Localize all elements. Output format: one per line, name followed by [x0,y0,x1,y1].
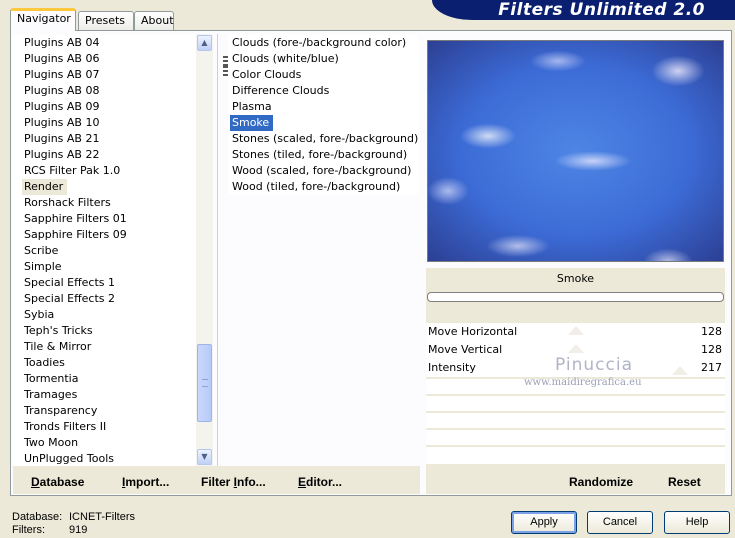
watermark-url: www.maidiregrafica.eu [524,377,642,388]
reset-button[interactable]: Reset [668,475,701,489]
list-item[interactable]: Toadies [22,355,196,371]
tab-label: About [141,14,174,27]
database-value: ICNET-Filters [69,511,135,523]
list-item[interactable]: Special Effects 1 [22,275,196,291]
app-banner: Filters Unlimited 2.0 [432,0,735,20]
tab-about[interactable]: About [134,11,174,31]
list-item[interactable]: Sybia [22,307,196,323]
list-item[interactable]: Clouds (white/blue) [230,51,418,67]
chevron-up-icon[interactable]: ▲ [197,35,212,51]
watermark-title: Pinuccia [555,355,633,375]
list-item[interactable]: Simple [22,259,196,275]
list-item[interactable]: Plugins AB 08 [22,83,196,99]
param-value: 128 [701,343,722,356]
category-list[interactable]: Plugins AB 04 Plugins AB 06 Plugins AB 07 P… [13,34,196,466]
list-item[interactable]: Plugins AB 22 [22,147,196,163]
list-divider [217,34,218,466]
list-item[interactable]: Rorshack Filters [22,195,196,211]
list-item[interactable]: Scribe [22,243,196,259]
list-item[interactable]: Plugins AB 21 [22,131,196,147]
list-item[interactable]: Tormentia [22,371,196,387]
import-button[interactable]: Import... [122,475,169,489]
list-item[interactable]: Plugins AB 10 [22,115,196,131]
param-slot-empty [426,396,725,411]
filters-count: 919 [69,524,88,536]
list-item[interactable]: Special Effects 2 [22,291,196,307]
button-text: nfo... [237,475,266,489]
list-item[interactable]: Smoke [230,115,274,131]
button-accel: D [31,475,40,489]
selected-filter-name: Smoke [556,272,595,285]
tab-presets[interactable]: Presets [78,11,134,31]
param-label: Intensity [428,361,476,374]
param-label: Move Vertical [428,343,503,356]
grip-icon [202,379,208,387]
list-item[interactable]: Clouds (fore-/background color) [230,35,418,51]
list-item[interactable]: RCS Filter Pak 1.0 [22,163,196,179]
list-item[interactable]: Plugins AB 09 [22,99,196,115]
list-item[interactable]: Teph's Tricks [22,323,196,339]
progress-bar [427,292,724,302]
database-label: Database: [12,511,63,523]
list-item[interactable]: Tronds Filters II [22,419,196,435]
param-label: Move Horizontal [428,325,518,338]
list-item[interactable]: Difference Clouds [230,83,418,99]
button-text: mport... [125,475,170,489]
list-item[interactable]: Two Moon [22,435,196,451]
param-slot-empty [426,447,725,464]
filter-list[interactable]: Clouds (fore-/background color) Clouds (w… [228,34,418,194]
list-item[interactable]: Render [22,179,68,195]
button-text: Filter [201,475,234,489]
slider-marker-icon [672,366,688,375]
filters-label: Filters: [12,524,45,536]
list-item[interactable]: Plugins AB 06 [22,51,196,67]
list-item[interactable]: UnPlugged Tools [22,451,196,466]
list-marker-icon [223,56,228,66]
list-item[interactable]: Plugins AB 07 [22,67,196,83]
slider-marker-icon [568,326,584,335]
help-button[interactable]: Help [664,511,730,534]
param-value: 217 [701,361,722,374]
list-item[interactable]: Plugins AB 04 [22,35,196,51]
list-item[interactable]: Tile & Mirror [22,339,196,355]
list-item[interactable]: Stones (scaled, fore-/background) [230,131,418,147]
slider-marker-icon [568,344,584,353]
list-item[interactable]: Wood (scaled, fore-/background) [230,163,418,179]
tab-navigator[interactable]: Navigator [10,8,76,31]
list-item[interactable]: Plasma [230,99,418,115]
category-scrollbar[interactable]: ▲ ▼ [196,34,213,466]
button-text: atabase [39,475,85,489]
preview-image [427,40,724,262]
list-item[interactable]: Wood (tiled, fore-/background) [230,179,418,194]
button-accel: E [298,475,307,489]
list-marker-icon [223,66,228,76]
list-item[interactable]: Sapphire Filters 09 [22,227,196,243]
list-item[interactable]: Stones (tiled, fore-/background) [230,147,418,163]
button-text: ditor... [306,475,343,489]
param-slot-empty [426,430,725,445]
filter-info-button[interactable]: Filter Info... [201,475,266,489]
list-item[interactable]: Transparency [22,403,196,419]
chevron-down-icon[interactable]: ▼ [197,449,212,465]
param-slot-empty [426,413,725,428]
list-item[interactable]: Tramages [22,387,196,403]
database-button[interactable]: Database [31,475,84,489]
scrollbar-thumb[interactable] [197,344,212,422]
cancel-button[interactable]: Cancel [587,511,653,534]
apply-button[interactable]: Apply [511,511,577,534]
param-value: 128 [701,325,722,338]
randomize-button[interactable]: Randomize [569,475,633,489]
editor-button[interactable]: Editor... [298,475,342,489]
list-item[interactable]: Color Clouds [230,67,418,83]
tab-label: Presets [85,14,126,27]
tab-label: Navigator [17,12,71,25]
list-item[interactable]: Sapphire Filters 01 [22,211,196,227]
